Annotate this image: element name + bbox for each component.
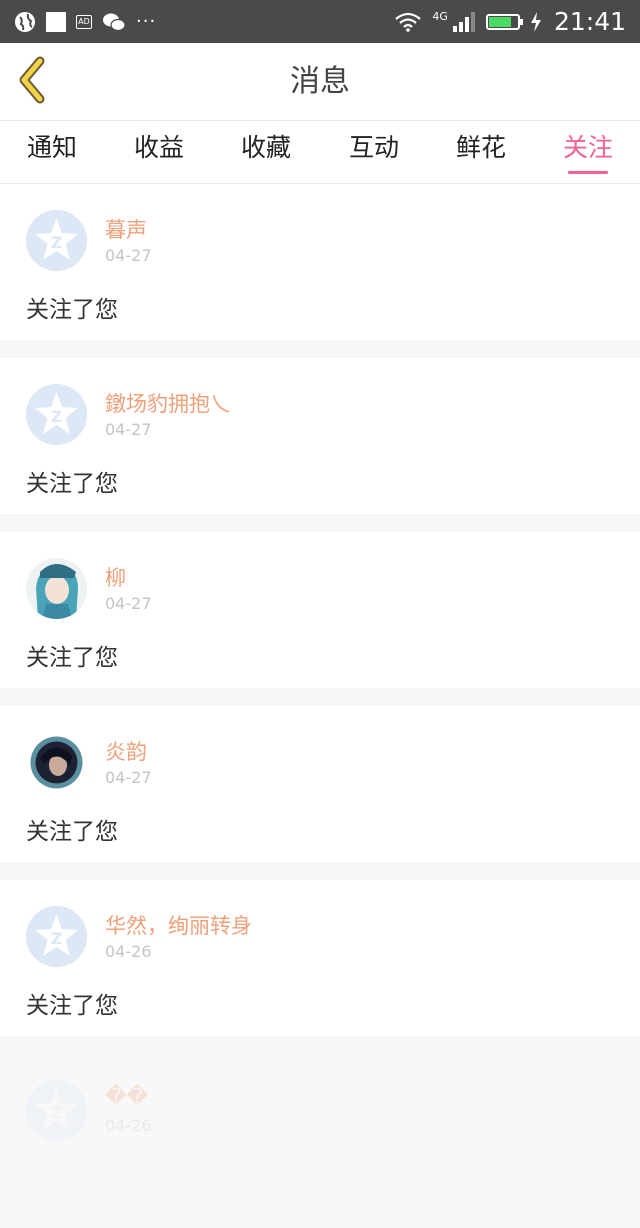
- signal-icon: [452, 11, 476, 32]
- charging-icon: [530, 11, 542, 32]
- default-q-icon: Z: [26, 384, 87, 445]
- svg-text:Z: Z: [51, 929, 63, 948]
- tab-label: 互动: [348, 133, 399, 162]
- tab-label: 鲜花: [455, 133, 506, 162]
- wechat-icon: [102, 12, 126, 32]
- message-text: 关注了您: [26, 297, 118, 323]
- list-item[interactable]: Z �� 04-26: [0, 1054, 640, 1210]
- anime-avatar-dark: [30, 736, 83, 789]
- status-left-icons: AD ···: [14, 11, 156, 33]
- date: 04-26: [105, 942, 152, 961]
- date: 04-26: [105, 1116, 152, 1135]
- svg-text:Z: Z: [51, 1103, 63, 1122]
- globe-icon: [14, 11, 36, 33]
- date: 04-27: [105, 594, 152, 613]
- tab-earnings[interactable]: 收益: [109, 121, 209, 183]
- top-nav-bar: 消息: [0, 43, 640, 121]
- avatar[interactable]: [26, 558, 87, 619]
- tab-label: 通知: [26, 133, 77, 162]
- list-item[interactable]: Z 暮声 04-27 关注了您: [0, 184, 640, 340]
- square-icon: [46, 11, 66, 32]
- battery-level: [488, 16, 511, 27]
- page-title: 消息: [290, 64, 350, 99]
- username[interactable]: 柳: [105, 562, 126, 592]
- tab-label: 收藏: [240, 133, 291, 162]
- list-item[interactable]: 炎韵 04-27 关注了您: [0, 706, 640, 862]
- wifi-icon: [394, 12, 422, 32]
- network-type: 4G: [432, 10, 448, 23]
- default-q-icon: Z: [26, 210, 87, 271]
- message-text: 关注了您: [26, 645, 118, 671]
- date: 04-27: [105, 768, 152, 787]
- notification-list: Z 暮声 04-27 关注了您 Z 鐓场豹拥抱乀 04-27 关注了您 柳 04…: [0, 184, 640, 1228]
- list-item[interactable]: Z 鐓场豹拥抱乀 04-27 关注了您: [0, 358, 640, 514]
- list-item[interactable]: Z 华然，绚丽转身 04-26 关注了您: [0, 880, 640, 1036]
- tab-label: 关注: [562, 133, 613, 162]
- username[interactable]: 炎韵: [105, 736, 147, 766]
- message-text: 关注了您: [26, 471, 118, 497]
- tab-bar: 通知 收益 收藏 互动 鲜花 关注: [0, 121, 640, 184]
- avatar[interactable]: Z: [26, 384, 87, 445]
- tab-notice[interactable]: 通知: [2, 121, 102, 183]
- tab-favorites[interactable]: 收藏: [216, 121, 316, 183]
- more-dots-icon: ···: [136, 11, 157, 32]
- avatar[interactable]: Z: [26, 210, 87, 271]
- username[interactable]: 鐓场豹拥抱乀: [105, 388, 231, 418]
- battery-icon: [485, 13, 523, 30]
- tab-label: 收益: [133, 133, 184, 162]
- message-text: 关注了您: [26, 993, 118, 1019]
- username[interactable]: ��: [105, 1084, 148, 1108]
- avatar[interactable]: Z: [26, 1080, 87, 1141]
- ad-icon: AD: [76, 14, 92, 29]
- svg-text:Z: Z: [51, 233, 63, 252]
- default-q-icon: Z: [26, 1080, 87, 1141]
- active-tab-indicator: [568, 171, 608, 174]
- date: 04-27: [105, 246, 152, 265]
- anime-avatar-blue: [26, 558, 87, 619]
- message-text: 关注了您: [26, 819, 118, 845]
- tab-follow[interactable]: 关注: [538, 121, 638, 183]
- status-right-icons: 4G 21:41: [394, 7, 626, 36]
- avatar[interactable]: [26, 732, 87, 793]
- avatar[interactable]: Z: [26, 906, 87, 967]
- list-item[interactable]: 柳 04-27 关注了您: [0, 532, 640, 688]
- username[interactable]: 暮声: [105, 214, 147, 244]
- date: 04-27: [105, 420, 152, 439]
- status-bar: AD ··· 4G 21:41: [0, 0, 640, 43]
- username[interactable]: 华然，绚丽转身: [105, 910, 252, 940]
- tab-interaction[interactable]: 互动: [324, 121, 424, 183]
- svg-text:Z: Z: [51, 407, 63, 426]
- tab-flowers[interactable]: 鲜花: [431, 121, 531, 183]
- clock: 21:41: [553, 7, 626, 36]
- default-q-icon: Z: [26, 906, 87, 967]
